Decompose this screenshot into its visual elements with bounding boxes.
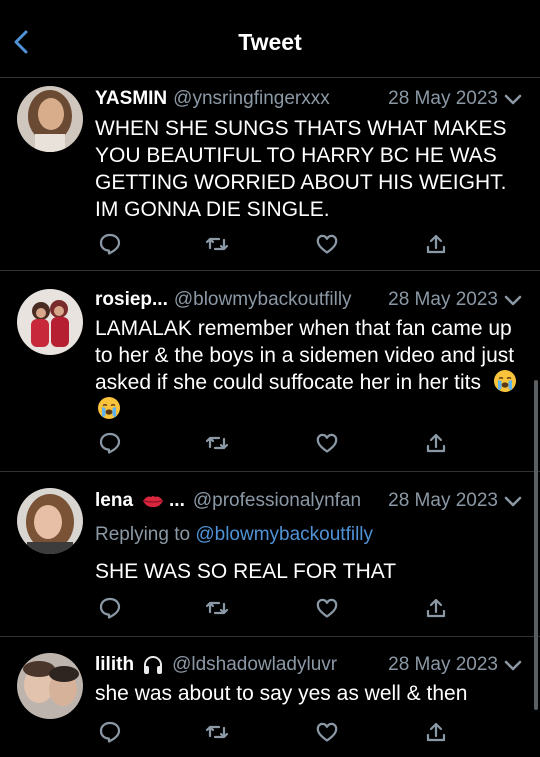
reply-button[interactable] [98, 431, 122, 455]
display-name[interactable]: lilith [95, 652, 134, 678]
like-button[interactable] [315, 596, 339, 620]
retweet-icon [205, 237, 229, 251]
tweet-item[interactable]: lilith @ldshadowladyluvr 28 May 2023 she… [0, 637, 540, 757]
share-icon [426, 722, 446, 742]
chevron-down-icon[interactable] [504, 94, 522, 106]
tweet-meta: YASMIN @ynsringfingerxxx 28 May 2023 [95, 86, 498, 112]
replying-to: Replying to @blowmybackoutfilly [95, 524, 373, 546]
tweet-text: LAMALAK remember when that fan came up t… [95, 317, 515, 394]
tweet-meta: rosiep... @blowmybackoutfilly 28 May 202… [95, 287, 498, 313]
display-name[interactable]: lena [95, 488, 133, 514]
display-name[interactable]: YASMIN [95, 86, 167, 112]
name-emoji [142, 654, 164, 676]
like-button[interactable] [315, 431, 339, 455]
share-button[interactable] [424, 232, 448, 256]
headphones-icon [144, 656, 163, 674]
user-handle[interactable]: @ldshadowladyluvr [172, 652, 382, 678]
tweet-actions [0, 596, 540, 620]
avatar[interactable] [17, 488, 83, 554]
display-name[interactable]: rosiep... [95, 287, 168, 313]
like-icon [316, 433, 338, 453]
tweet-date: 28 May 2023 [388, 490, 498, 511]
loudly-crying-face-icon [493, 369, 517, 393]
scrollbar[interactable] [534, 380, 538, 710]
share-button[interactable] [424, 720, 448, 744]
reply-button[interactable] [98, 232, 122, 256]
tweet-date: 28 May 2023 [388, 654, 498, 675]
like-button[interactable] [315, 720, 339, 744]
name-emoji: ... [141, 488, 185, 514]
share-icon [426, 234, 446, 254]
like-icon [316, 598, 338, 618]
reply-icon [99, 597, 121, 619]
tweet-actions [0, 431, 540, 455]
share-button[interactable] [424, 596, 448, 620]
retweet-button[interactable] [205, 596, 229, 620]
chevron-down-icon[interactable] [504, 660, 522, 672]
page-title: Tweet [238, 29, 302, 55]
tweet-text: she was about to say yes as well & then [95, 682, 468, 705]
tweet-text: SHE WAS SO REAL FOR THAT [95, 560, 397, 583]
tweet-meta: lilith @ldshadowladyluvr 28 May 2023 [95, 652, 498, 678]
like-icon [316, 722, 338, 742]
user-handle[interactable]: @ynsringfingerxxx [173, 86, 382, 112]
lips-kiss-icon [143, 496, 164, 508]
retweet-button[interactable] [205, 431, 229, 455]
avatar[interactable] [17, 289, 83, 355]
share-icon [426, 598, 446, 618]
tweet-text-block: LAMALAK remember when that fan came up t… [95, 315, 522, 423]
tweet-item[interactable]: lena ... @professionalynfan 28 May 2023 … [0, 472, 540, 637]
reply-button[interactable] [98, 720, 122, 744]
retweet-icon [205, 725, 229, 739]
reply-icon [99, 721, 121, 743]
loudly-crying-face-icon [97, 396, 121, 420]
retweet-icon [205, 601, 229, 615]
tweet-item[interactable]: YASMIN @ynsringfingerxxx 28 May 2023 WHE… [0, 78, 540, 271]
user-handle[interactable]: @professionalynfan [193, 488, 382, 514]
retweet-button[interactable] [205, 232, 229, 256]
retweet-button[interactable] [205, 720, 229, 744]
reply-icon [99, 432, 121, 454]
name-ellipsis: ... [169, 490, 185, 511]
chevron-down-icon[interactable] [504, 295, 522, 307]
tweet-item[interactable]: rosiep... @blowmybackoutfilly 28 May 202… [0, 271, 540, 472]
share-button[interactable] [424, 431, 448, 455]
like-icon [316, 234, 338, 254]
user-handle[interactable]: @blowmybackoutfilly [174, 287, 382, 313]
chevron-down-icon[interactable] [504, 496, 522, 508]
tweet-actions [0, 720, 540, 744]
tweet-date: 28 May 2023 [388, 88, 498, 109]
replying-to-label: Replying to [95, 524, 191, 545]
tweet-date: 28 May 2023 [388, 289, 498, 310]
reply-button[interactable] [98, 596, 122, 620]
tweet-meta: lena ... @professionalynfan 28 May 2023 [95, 488, 498, 514]
top-nav-bar: Tweet [0, 0, 540, 78]
retweet-icon [205, 436, 229, 450]
avatar[interactable] [17, 653, 83, 719]
like-button[interactable] [315, 232, 339, 256]
tweet-actions [0, 232, 540, 256]
reply-icon [99, 233, 121, 255]
reply-mention-link[interactable]: @blowmybackoutfilly [195, 524, 373, 545]
tweet-text: WHEN SHE SUNGS THATS WHAT MAKES YOU BEAU… [95, 117, 507, 221]
share-icon [426, 433, 446, 453]
avatar[interactable] [17, 86, 83, 152]
